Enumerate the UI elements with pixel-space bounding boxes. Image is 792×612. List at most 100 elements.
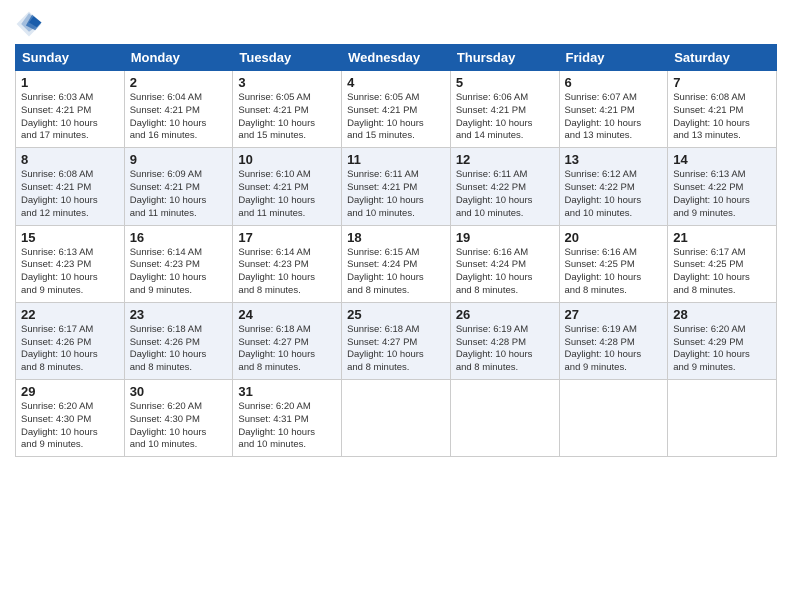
day-info: Sunrise: 6:11 AM Sunset: 4:22 PM Dayligh… (456, 169, 554, 220)
calendar-cell: 30Sunrise: 6:20 AM Sunset: 4:30 PM Dayli… (124, 380, 233, 457)
calendar-cell (450, 380, 559, 457)
weekday-header-tuesday: Tuesday (233, 45, 342, 71)
day-number: 23 (130, 307, 228, 322)
day-number: 25 (347, 307, 445, 322)
day-number: 9 (130, 152, 228, 167)
calendar-cell: 12 Sunrise: 6:11 AM Sunset: 4:22 PM Dayli… (450, 148, 559, 225)
day-info: Sunrise: 6:08 AM Sunset: 4:21 PM Dayligh… (21, 169, 119, 220)
day-info: Sunrise: 6:07 AM Sunset: 4:21 PM Dayligh… (565, 92, 663, 143)
day-number: 28 (673, 307, 771, 322)
day-number: 29 (21, 384, 119, 399)
day-number: 7 (673, 75, 771, 90)
day-number: 5 (456, 75, 554, 90)
day-info: Sunrise: 6:17 AM Sunset: 4:25 PM Dayligh… (673, 247, 771, 298)
page: SundayMondayTuesdayWednesdayThursdayFrid… (0, 0, 792, 612)
weekday-header-sunday: Sunday (16, 45, 125, 71)
day-info: Sunrise: 6:05 AM Sunset: 4:21 PM Dayligh… (347, 92, 445, 143)
day-info: Sunrise: 6:19 AM Sunset: 4:28 PM Dayligh… (456, 324, 554, 375)
calendar-cell: 31 Sunrise: 6:20 AM Sunset: 4:31 PM Dayli… (233, 380, 342, 457)
calendar-body: 1 Sunrise: 6:03 AM Sunset: 4:21 PM Daylig… (16, 71, 777, 457)
day-info: Sunrise: 6:05 AM Sunset: 4:21 PM Dayligh… (238, 92, 336, 143)
day-info: Sunrise: 6:16 AM Sunset: 4:24 PM Dayligh… (456, 247, 554, 298)
day-number: 6 (565, 75, 663, 90)
calendar-cell: 20 Sunrise: 6:16 AM Sunset: 4:25 PM Dayli… (559, 225, 668, 302)
calendar-cell: 29Sunrise: 6:20 AM Sunset: 4:30 PM Dayli… (16, 380, 125, 457)
calendar-cell: 25 Sunrise: 6:18 AM Sunset: 4:27 PM Dayli… (342, 302, 451, 379)
day-number: 20 (565, 230, 663, 245)
day-info: Sunrise: 6:09 AM Sunset: 4:21 PM Dayligh… (130, 169, 228, 220)
day-number: 16 (130, 230, 228, 245)
day-info: Sunrise: 6:12 AM Sunset: 4:22 PM Dayligh… (565, 169, 663, 220)
day-number: 12 (456, 152, 554, 167)
day-info: Sunrise: 6:03 AM Sunset: 4:21 PM Dayligh… (21, 92, 119, 143)
day-number: 22 (21, 307, 119, 322)
day-info: Sunrise: 6:18 AM Sunset: 4:27 PM Dayligh… (347, 324, 445, 375)
calendar-cell: 7Sunrise: 6:08 AM Sunset: 4:21 PM Daylig… (668, 71, 777, 148)
calendar-cell: 23 Sunrise: 6:18 AM Sunset: 4:26 PM Dayli… (124, 302, 233, 379)
calendar-cell: 2Sunrise: 6:04 AM Sunset: 4:21 PM Daylig… (124, 71, 233, 148)
day-info: Sunrise: 6:18 AM Sunset: 4:27 PM Dayligh… (238, 324, 336, 375)
calendar-cell: 22 Sunrise: 6:17 AM Sunset: 4:26 PM Dayli… (16, 302, 125, 379)
logo-icon (15, 10, 43, 38)
calendar-cell: 19 Sunrise: 6:16 AM Sunset: 4:24 PM Dayli… (450, 225, 559, 302)
weekday-header-monday: Monday (124, 45, 233, 71)
calendar-cell: 6 Sunrise: 6:07 AM Sunset: 4:21 PM Daylig… (559, 71, 668, 148)
weekday-header-thursday: Thursday (450, 45, 559, 71)
calendar-week-5: 29 Sunrise: 6:20 AM Sunset: 4:30 PM Dayli… (16, 380, 777, 457)
day-info: Sunrise: 6:20 AM Sunset: 4:30 PM Dayligh… (130, 401, 228, 452)
day-number: 27 (565, 307, 663, 322)
day-info: Sunrise: 6:10 AM Sunset: 4:21 PM Dayligh… (238, 169, 336, 220)
weekday-row: SundayMondayTuesdayWednesdayThursdayFrid… (16, 45, 777, 71)
calendar-cell: 9 Sunrise: 6:09 AM Sunset: 4:21 PM Daylig… (124, 148, 233, 225)
day-number: 18 (347, 230, 445, 245)
day-info: Sunrise: 6:19 AM Sunset: 4:28 PM Dayligh… (565, 324, 663, 375)
calendar-cell: 24 Sunrise: 6:18 AM Sunset: 4:27 PM Dayli… (233, 302, 342, 379)
calendar-cell (668, 380, 777, 457)
day-number: 19 (456, 230, 554, 245)
day-number: 13 (565, 152, 663, 167)
day-number: 21 (673, 230, 771, 245)
calendar-cell: 15Sunrise: 6:13 AM Sunset: 4:23 PM Dayli… (16, 225, 125, 302)
calendar-week-3: 15Sunrise: 6:13 AM Sunset: 4:23 PM Dayli… (16, 225, 777, 302)
calendar-cell: 18 Sunrise: 6:15 AM Sunset: 4:24 PM Dayli… (342, 225, 451, 302)
day-number: 1 (21, 75, 119, 90)
day-info: Sunrise: 6:20 AM Sunset: 4:29 PM Dayligh… (673, 324, 771, 375)
calendar: SundayMondayTuesdayWednesdayThursdayFrid… (15, 44, 777, 457)
logo (15, 10, 47, 38)
calendar-cell (342, 380, 451, 457)
calendar-cell: 17Sunrise: 6:14 AM Sunset: 4:23 PM Dayli… (233, 225, 342, 302)
day-info: Sunrise: 6:20 AM Sunset: 4:31 PM Dayligh… (238, 401, 336, 452)
calendar-cell: 3Sunrise: 6:05 AM Sunset: 4:21 PM Daylig… (233, 71, 342, 148)
calendar-cell: 1 Sunrise: 6:03 AM Sunset: 4:21 PM Daylig… (16, 71, 125, 148)
day-info: Sunrise: 6:14 AM Sunset: 4:23 PM Dayligh… (130, 247, 228, 298)
day-number: 17 (238, 230, 336, 245)
day-number: 24 (238, 307, 336, 322)
day-number: 15 (21, 230, 119, 245)
calendar-week-2: 8 Sunrise: 6:08 AM Sunset: 4:21 PM Daylig… (16, 148, 777, 225)
calendar-week-4: 22 Sunrise: 6:17 AM Sunset: 4:26 PM Dayli… (16, 302, 777, 379)
calendar-cell: 13 Sunrise: 6:12 AM Sunset: 4:22 PM Dayli… (559, 148, 668, 225)
day-info: Sunrise: 6:16 AM Sunset: 4:25 PM Dayligh… (565, 247, 663, 298)
day-info: Sunrise: 6:17 AM Sunset: 4:26 PM Dayligh… (21, 324, 119, 375)
day-info: Sunrise: 6:18 AM Sunset: 4:26 PM Dayligh… (130, 324, 228, 375)
header (15, 10, 777, 38)
calendar-cell: 28 Sunrise: 6:20 AM Sunset: 4:29 PM Dayli… (668, 302, 777, 379)
calendar-cell: 21 Sunrise: 6:17 AM Sunset: 4:25 PM Dayli… (668, 225, 777, 302)
calendar-cell: 27 Sunrise: 6:19 AM Sunset: 4:28 PM Dayli… (559, 302, 668, 379)
weekday-header-friday: Friday (559, 45, 668, 71)
calendar-cell (559, 380, 668, 457)
day-info: Sunrise: 6:13 AM Sunset: 4:22 PM Dayligh… (673, 169, 771, 220)
day-info: Sunrise: 6:06 AM Sunset: 4:21 PM Dayligh… (456, 92, 554, 143)
calendar-cell: 8 Sunrise: 6:08 AM Sunset: 4:21 PM Daylig… (16, 148, 125, 225)
calendar-cell: 14 Sunrise: 6:13 AM Sunset: 4:22 PM Dayli… (668, 148, 777, 225)
day-number: 10 (238, 152, 336, 167)
day-number: 8 (21, 152, 119, 167)
day-number: 26 (456, 307, 554, 322)
day-info: Sunrise: 6:15 AM Sunset: 4:24 PM Dayligh… (347, 247, 445, 298)
day-info: Sunrise: 6:11 AM Sunset: 4:21 PM Dayligh… (347, 169, 445, 220)
day-number: 31 (238, 384, 336, 399)
day-number: 4 (347, 75, 445, 90)
calendar-cell: 5 Sunrise: 6:06 AM Sunset: 4:21 PM Daylig… (450, 71, 559, 148)
day-info: Sunrise: 6:04 AM Sunset: 4:21 PM Dayligh… (130, 92, 228, 143)
day-number: 14 (673, 152, 771, 167)
